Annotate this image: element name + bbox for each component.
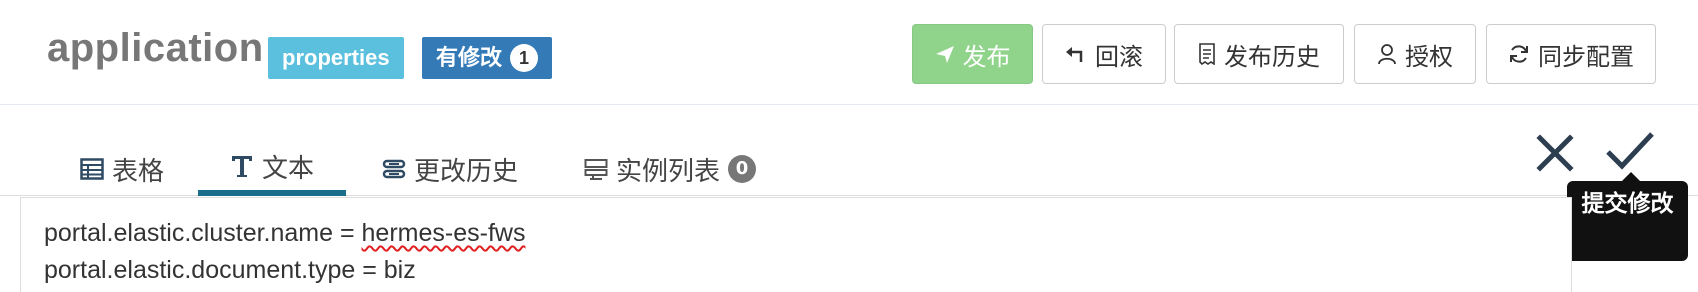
authorize-label: 授权 bbox=[1405, 42, 1453, 71]
property-value: biz bbox=[383, 256, 416, 284]
tab-text[interactable]: 文本 bbox=[198, 142, 347, 196]
publish-label: 发布 bbox=[962, 42, 1011, 71]
history-icon bbox=[382, 159, 406, 179]
namespace-header: application properties 有修改 1 发布 回滚 发布历史 bbox=[0, 0, 1698, 105]
instances-count-badge: 0 bbox=[728, 155, 757, 183]
authorize-button[interactable]: 授权 bbox=[1354, 24, 1476, 84]
text-icon bbox=[232, 156, 252, 177]
submit-tooltip: 提交修改 bbox=[1567, 181, 1688, 261]
view-tabs: 表格 文本 更改历史 实例列表 0 bbox=[0, 106, 1698, 196]
text-editor[interactable]: portal.elastic.cluster.name = hermes-es-… bbox=[20, 197, 1572, 292]
close-icon[interactable] bbox=[1535, 133, 1575, 173]
editor-line: portal.elastic.document.type = biz bbox=[44, 256, 416, 285]
tab-history[interactable]: 更改历史 bbox=[350, 142, 550, 196]
receipt-icon bbox=[1199, 43, 1215, 65]
check-icon[interactable] bbox=[1604, 130, 1656, 174]
sync-config-button[interactable]: 同步配置 bbox=[1486, 24, 1656, 84]
namespace-title: application bbox=[47, 26, 264, 70]
rollback-label: 回滚 bbox=[1095, 42, 1143, 71]
editor-line: portal.elastic.cluster.name = hermes-es-… bbox=[44, 219, 525, 248]
publish-button[interactable]: 发布 bbox=[912, 24, 1033, 84]
property-separator: = bbox=[355, 256, 384, 284]
publish-history-label: 发布历史 bbox=[1224, 42, 1320, 71]
property-key: portal.elastic.document.type bbox=[44, 256, 356, 284]
publish-history-button[interactable]: 发布历史 bbox=[1174, 24, 1344, 84]
user-icon bbox=[1378, 44, 1396, 65]
sync-config-label: 同步配置 bbox=[1538, 42, 1634, 71]
modified-count: 1 bbox=[510, 44, 539, 72]
server-icon bbox=[584, 159, 608, 180]
tab-instances[interactable]: 实例列表 0 bbox=[552, 142, 788, 196]
tab-table[interactable]: 表格 bbox=[48, 142, 196, 196]
tab-history-label: 更改历史 bbox=[414, 156, 519, 187]
tab-table-label: 表格 bbox=[112, 156, 165, 187]
namespace-panel: application properties 有修改 1 发布 回滚 发布历史 bbox=[0, 0, 1698, 292]
property-value: hermes-es-fws bbox=[361, 219, 526, 247]
property-key: portal.elastic.cluster.name bbox=[44, 219, 334, 247]
format-badge: properties bbox=[268, 37, 404, 79]
rollback-icon bbox=[1066, 47, 1083, 62]
tab-instances-label: 实例列表 bbox=[616, 156, 721, 187]
send-icon bbox=[935, 46, 954, 63]
property-separator: = bbox=[333, 219, 362, 247]
tab-text-label: 文本 bbox=[262, 153, 315, 184]
table-icon bbox=[80, 158, 104, 180]
rollback-button[interactable]: 回滚 bbox=[1042, 24, 1166, 84]
modified-badge-label: 有修改 bbox=[436, 45, 503, 70]
refresh-icon bbox=[1510, 45, 1528, 63]
modified-badge: 有修改 1 bbox=[422, 37, 553, 79]
